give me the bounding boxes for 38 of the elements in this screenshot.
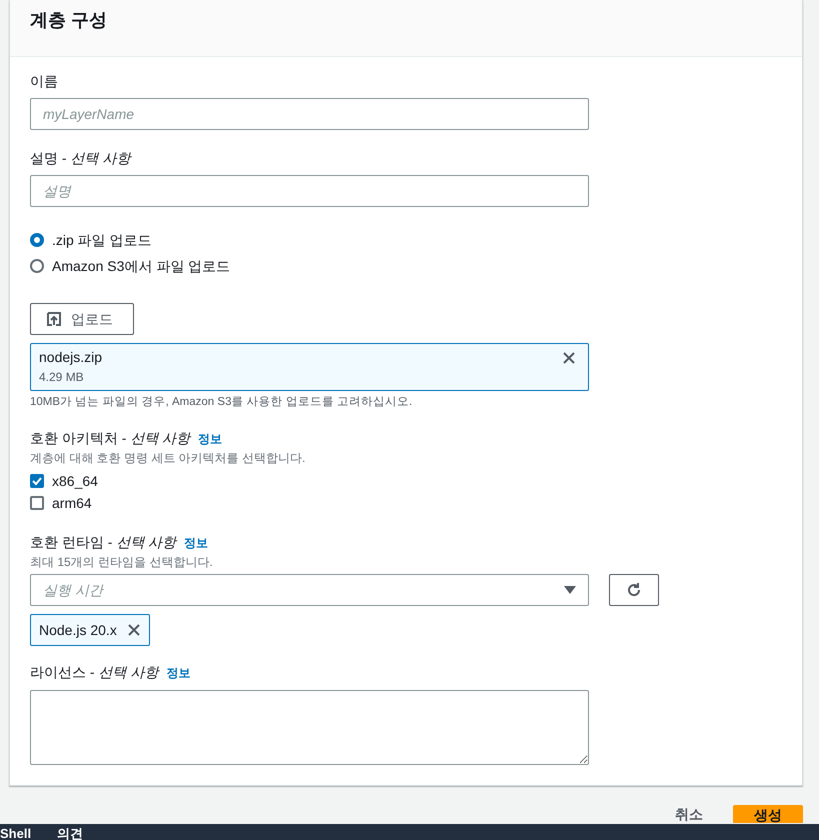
field-label: 이름 bbox=[30, 73, 58, 89]
radio-label: .zip 파일 업로드 bbox=[52, 230, 152, 250]
close-icon[interactable] bbox=[562, 351, 576, 365]
cancel-button[interactable]: 취소 bbox=[655, 805, 723, 823]
info-link[interactable]: 정보 bbox=[198, 432, 222, 446]
runtime-select[interactable]: 실행 시간 bbox=[30, 574, 589, 606]
text-input[interactable]: myLayerName bbox=[30, 98, 589, 130]
checkbox-label: arm64 bbox=[52, 494, 92, 512]
radio-label: Amazon S3에서 파일 업로드 bbox=[52, 256, 230, 276]
info-link[interactable]: 정보 bbox=[184, 536, 208, 550]
text-input[interactable]: 설명 bbox=[30, 175, 589, 207]
radio-button[interactable] bbox=[30, 233, 44, 247]
field-label: 설명 - 선택 사항 bbox=[30, 150, 130, 166]
runtime-token: Node.js 20.x bbox=[30, 614, 150, 646]
field-description: 최대 15개의 런타임을 선택합니다. bbox=[30, 554, 214, 570]
checkbox[interactable] bbox=[30, 474, 44, 488]
file-name: nodejs.zip bbox=[39, 348, 102, 367]
refresh-button[interactable] bbox=[609, 574, 659, 606]
info-link[interactable]: 정보 bbox=[166, 666, 190, 680]
footer-link[interactable]: 의견 bbox=[57, 824, 84, 840]
panel-title: 계층 구성 bbox=[30, 9, 108, 32]
field-label: 호환 런타임 - 선택 사항 bbox=[30, 534, 176, 550]
file-size: 4.29 MB bbox=[39, 369, 85, 386]
footer-link[interactable]: Shell bbox=[0, 824, 32, 840]
license-textarea[interactable] bbox=[30, 690, 589, 765]
close-icon[interactable] bbox=[126, 623, 141, 637]
radio-button[interactable] bbox=[30, 259, 44, 273]
field-label: 라이선스 - 선택 사항 bbox=[30, 664, 158, 680]
field-label: 호환 아키텍처 - 선택 사항 bbox=[30, 430, 190, 446]
upload-button[interactable]: 업로드 bbox=[30, 303, 134, 335]
checkbox[interactable] bbox=[30, 496, 44, 510]
upload-icon bbox=[47, 312, 61, 326]
caret-icon bbox=[564, 586, 576, 594]
create-button[interactable]: 생성 bbox=[733, 805, 803, 823]
refresh-icon bbox=[626, 582, 642, 598]
checkbox-label: x86_64 bbox=[52, 472, 98, 491]
field-description: 계층에 대해 호환 명령 세트 아키텍처를 선택합니다. bbox=[30, 450, 306, 466]
hint-text: 10MB가 넘는 파일의 경우, Amazon S3를 사용한 업로드를 고려하십시오. bbox=[30, 395, 414, 410]
